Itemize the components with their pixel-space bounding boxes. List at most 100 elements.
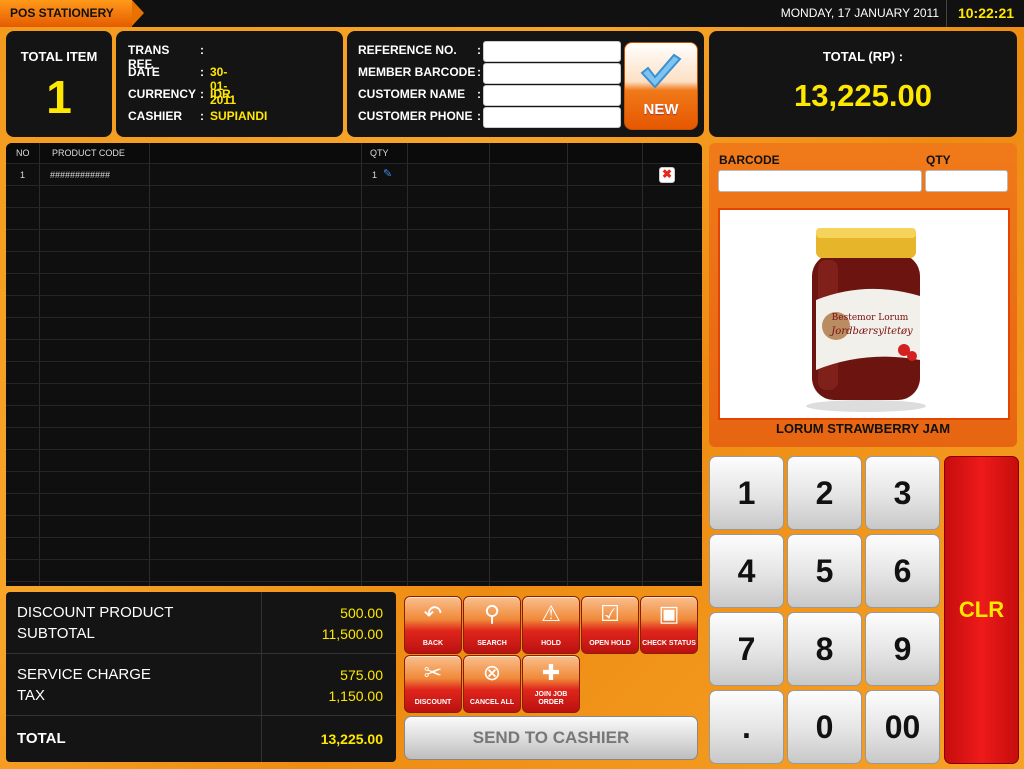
row-divider <box>6 339 702 340</box>
keypad-4[interactable]: 4 <box>709 534 784 608</box>
summary-divider <box>6 653 396 654</box>
column-divider <box>39 143 40 586</box>
row-divider <box>6 295 702 296</box>
new-button-label: NEW <box>643 101 679 118</box>
row-divider <box>6 163 702 164</box>
row-divider <box>6 383 702 384</box>
total-item-count: 1 <box>46 71 72 123</box>
colon: : <box>477 87 481 101</box>
cancel-icon: ⊗ <box>482 660 502 685</box>
puzzle-icon: ✚ <box>541 660 561 685</box>
member-barcode-input[interactable] <box>483 63 621 84</box>
tax-label: TAX <box>17 687 46 704</box>
summary-divider <box>6 715 396 716</box>
reference-no-input[interactable] <box>483 41 621 62</box>
search-button[interactable]: ⚲ SEARCH <box>463 596 521 654</box>
open-hold-button[interactable]: ☑ OPEN HOLD <box>581 596 639 654</box>
column-divider <box>567 143 568 586</box>
total-value: 13,225.00 <box>320 731 383 747</box>
keypad-8[interactable]: 8 <box>787 612 862 686</box>
column-divider <box>149 143 150 586</box>
keypad-1[interactable]: 1 <box>709 456 784 530</box>
column-divider <box>642 143 643 586</box>
send-to-cashier-button[interactable]: SEND TO CASHIER <box>404 716 698 760</box>
back-arrow-icon: ↶ <box>423 601 443 626</box>
row-divider <box>6 581 702 582</box>
keypad-5[interactable]: 5 <box>787 534 862 608</box>
total-label: TOTAL <box>17 730 66 747</box>
total-item-label: TOTAL ITEM <box>20 49 98 64</box>
keypad-7[interactable]: 7 <box>709 612 784 686</box>
current-time: 10:22:21 <box>946 0 1024 27</box>
row-divider <box>6 229 702 230</box>
check-status-button[interactable]: ▣ CHECK STATUS <box>640 596 698 654</box>
colon: : <box>477 65 481 79</box>
keypad-9[interactable]: 9 <box>865 612 940 686</box>
member-barcode-label: MEMBER BARCODE <box>358 65 476 79</box>
colon: : <box>200 109 204 123</box>
search-label: SEARCH <box>477 640 507 647</box>
keypad-3[interactable]: 3 <box>865 456 940 530</box>
qty-input[interactable] <box>925 170 1008 192</box>
discount-product-value: 500.00 <box>340 605 383 621</box>
keypad-0[interactable]: 0 <box>787 690 862 764</box>
reference-no-label: REFERENCE NO. <box>358 43 457 57</box>
discount-tag-icon: ✂ <box>423 660 443 685</box>
keypad-00[interactable]: 00 <box>865 690 940 764</box>
row-divider <box>6 449 702 450</box>
keypad-2[interactable]: 2 <box>787 456 862 530</box>
hold-warning-icon: ⚠ <box>541 601 561 626</box>
row-divider <box>6 317 702 318</box>
row-divider <box>6 405 702 406</box>
discount-label: DISCOUNT <box>414 699 452 706</box>
jar-label-text: Bestemor Lorum <box>832 313 909 323</box>
back-label: BACK <box>422 640 444 647</box>
customer-phone-input[interactable] <box>483 107 621 128</box>
total-item-panel: TOTAL ITEM 1 <box>6 31 112 137</box>
column-divider <box>361 143 362 586</box>
row-divider <box>6 361 702 362</box>
transaction-info-panel: TRANS REF. : DATE : 30-01-2011 CURRENCY … <box>116 31 343 137</box>
delete-item-icon[interactable]: ✖ <box>659 167 675 183</box>
join-job-order-button[interactable]: ✚ JOIN JOB ORDER <box>522 655 580 713</box>
product-name: LORUM STRAWBERRY JAM <box>775 421 951 436</box>
barcode-input[interactable] <box>718 170 922 192</box>
open-hold-icon: ☑ <box>600 601 620 626</box>
search-icon: ⚲ <box>483 601 501 626</box>
new-transaction-button[interactable]: NEW <box>624 42 698 130</box>
colon: : <box>200 65 204 79</box>
currency-label: CURRENCY <box>128 87 197 101</box>
keypad-6[interactable]: 6 <box>865 534 940 608</box>
edit-pencil-icon[interactable]: ✎ <box>383 167 392 180</box>
back-button[interactable]: ↶ BACK <box>404 596 462 654</box>
keypad-dot[interactable]: . <box>709 690 784 764</box>
date-label: DATE <box>128 65 160 79</box>
row-divider <box>6 427 702 428</box>
hold-label: HOLD <box>541 640 561 647</box>
row-divider <box>6 471 702 472</box>
grand-total-value: 13,225.00 <box>794 78 932 113</box>
cancel-all-button[interactable]: ⊗ CANCEL ALL <box>463 655 521 713</box>
app-title-arrow <box>132 0 144 26</box>
barcode-label: BARCODE <box>719 153 780 167</box>
jam-jar-image: Bestemor Lorum Jordbærsyltetøy <box>806 228 926 412</box>
row-qty: 1 <box>372 170 378 180</box>
checkmark-icon <box>640 53 682 89</box>
clear-button[interactable]: CLR <box>944 456 1019 764</box>
grand-total-label: TOTAL (RP) : <box>822 49 904 64</box>
row-divider <box>6 251 702 252</box>
column-divider <box>407 143 408 586</box>
row-divider <box>6 207 702 208</box>
column-header-qty: QTY <box>370 148 389 158</box>
row-number: 1 <box>20 170 26 180</box>
colon: : <box>200 87 204 101</box>
row-divider <box>6 515 702 516</box>
service-charge-value: 575.00 <box>340 667 383 683</box>
customer-name-input[interactable] <box>483 85 621 106</box>
hold-button[interactable]: ⚠ HOLD <box>522 596 580 654</box>
subtotal-label: SUBTOTAL <box>17 625 95 642</box>
row-divider <box>6 185 702 186</box>
items-grid[interactable]: NO PRODUCT CODE QTY 1 ############ 1 <box>6 143 702 586</box>
discount-button[interactable]: ✂ DISCOUNT <box>404 655 462 713</box>
summary-panel: DISCOUNT PRODUCT 500.00 SUBTOTAL 11,500.… <box>6 592 396 762</box>
